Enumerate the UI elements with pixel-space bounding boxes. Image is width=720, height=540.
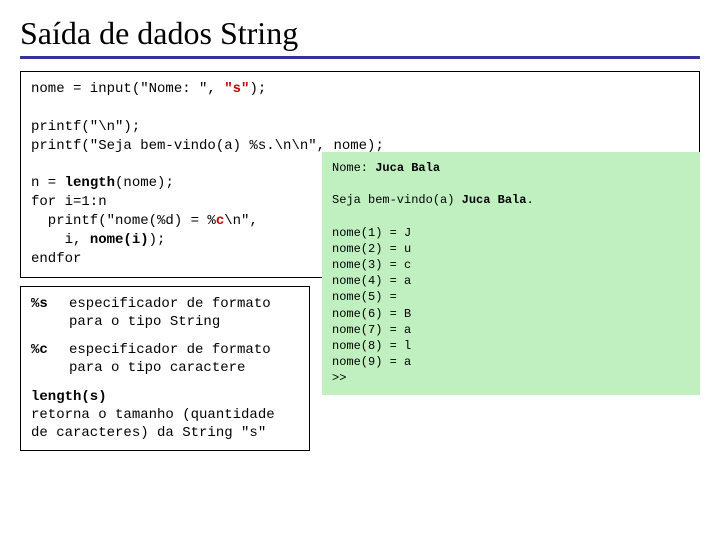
code-l1b: "s" xyxy=(224,81,249,97)
out-row-3: nome(3) = c xyxy=(332,258,411,272)
code-l9c: ); xyxy=(149,232,166,248)
code-l6c: (nome); xyxy=(115,175,174,191)
out-row-1: nome(1) = J xyxy=(332,226,411,240)
info-val-s: especificador de formato para o tipo Str… xyxy=(69,295,299,331)
code-l9b: nome(i) xyxy=(90,232,149,248)
code-l6b: length xyxy=(65,175,115,191)
out-row-7: nome(7) = a xyxy=(332,323,411,337)
code-l3: printf("\n"); xyxy=(31,119,140,135)
code-l9a: i, xyxy=(31,232,90,248)
info-key-c: %c xyxy=(31,341,55,377)
info-block: %s especificador de formato para o tipo … xyxy=(20,286,310,451)
info-val-length: retorna o tamanho (quantidade de caracte… xyxy=(31,407,275,441)
out-welcome-b: Juca Bala xyxy=(462,193,527,207)
code-l1a: nome = input("Nome: ", xyxy=(31,81,224,97)
code-l7: for i=1:n xyxy=(31,194,107,210)
out-row-8: nome(8) = l xyxy=(332,339,411,353)
code-l10: endfor xyxy=(31,251,81,267)
output-console: Nome: Juca Bala Seja bem-vindo(a) Juca B… xyxy=(322,152,700,395)
out-cursor: >> xyxy=(332,371,346,385)
out-row-9: nome(9) = a xyxy=(332,355,411,369)
out-row-5: nome(5) = xyxy=(332,290,404,304)
out-row-4: nome(4) = a xyxy=(332,274,411,288)
code-l6a: n = xyxy=(31,175,65,191)
out-row-6: nome(6) = B xyxy=(332,307,411,321)
out-prompt: Nome: xyxy=(332,161,375,175)
code-l1c: ); xyxy=(249,81,266,97)
code-l8c: \n", xyxy=(224,213,258,229)
info-val-c: especificador de formato para o tipo car… xyxy=(69,341,299,377)
out-name: Juca Bala xyxy=(375,161,440,175)
out-welcome-c: . xyxy=(526,193,533,207)
out-row-2: nome(2) = u xyxy=(332,242,411,256)
slide-title: Saída de dados String xyxy=(20,15,700,52)
title-rule xyxy=(20,56,700,59)
code-l8b: c xyxy=(216,213,224,229)
out-welcome-a: Seja bem-vindo(a) xyxy=(332,193,462,207)
info-key-s: %s xyxy=(31,295,55,331)
code-l8a: printf("nome(%d) = % xyxy=(31,213,216,229)
info-key-length: length(s) xyxy=(31,389,107,405)
